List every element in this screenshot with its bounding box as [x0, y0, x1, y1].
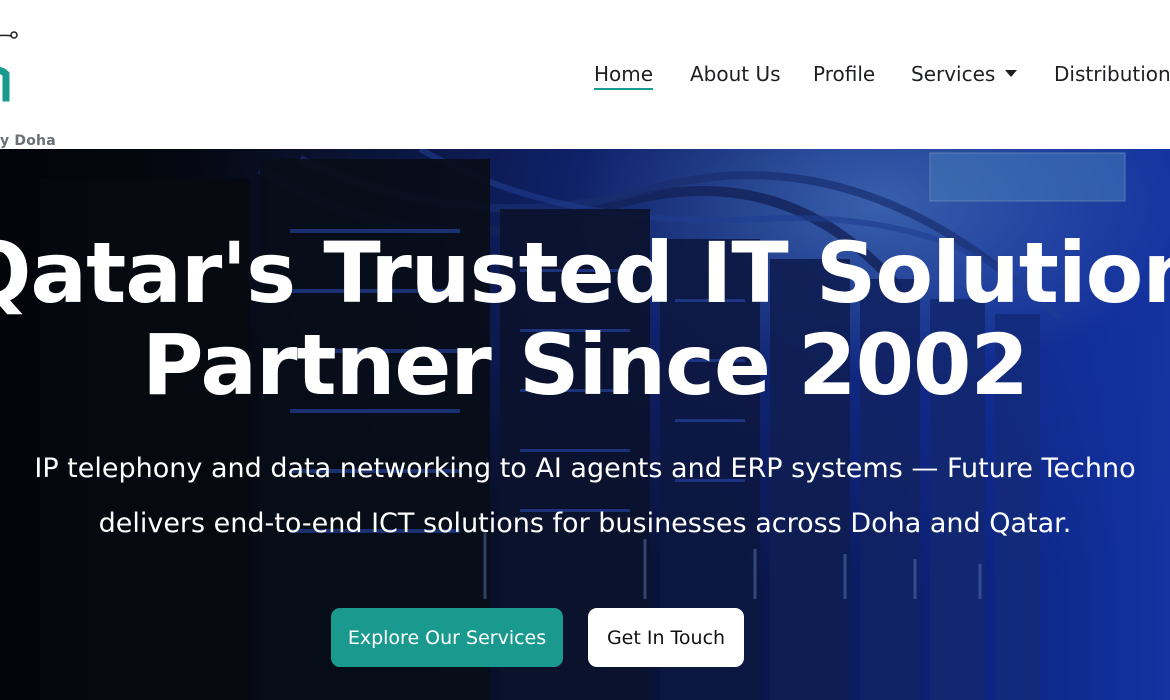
hero-title: Qatar's Trusted IT Solutions Partner Sin… [0, 227, 1170, 411]
caret-down-icon [1005, 70, 1018, 77]
site-header: y Doha Home About Us Profile Services Di… [0, 0, 1170, 149]
hero-subtitle: IP telephony and data networking to AI a… [0, 441, 1170, 551]
nav-distribution[interactable]: Distribution [1054, 62, 1170, 86]
nav-services[interactable]: Services [911, 62, 1018, 86]
nav-profile[interactable]: Profile [813, 62, 875, 86]
hero-section: Qatar's Trusted IT Solutions Partner Sin… [0, 149, 1170, 700]
nav-services-label: Services [911, 62, 996, 86]
main-nav: Home About Us Profile Services Distribut… [0, 0, 1170, 149]
hero-subtitle-line1: IP telephony and data networking to AI a… [34, 453, 1136, 484]
explore-services-button[interactable]: Explore Our Services [331, 608, 563, 667]
hero-title-line1: Qatar's Trusted IT Solutions [0, 224, 1170, 322]
hero-title-line2: Partner Since 2002 [142, 316, 1029, 414]
get-in-touch-button[interactable]: Get In Touch [588, 608, 744, 667]
nav-home[interactable]: Home [594, 62, 654, 90]
nav-about-us[interactable]: About Us [690, 62, 781, 86]
hero-subtitle-line2: delivers end-to-end ICT solutions for bu… [98, 508, 1072, 539]
